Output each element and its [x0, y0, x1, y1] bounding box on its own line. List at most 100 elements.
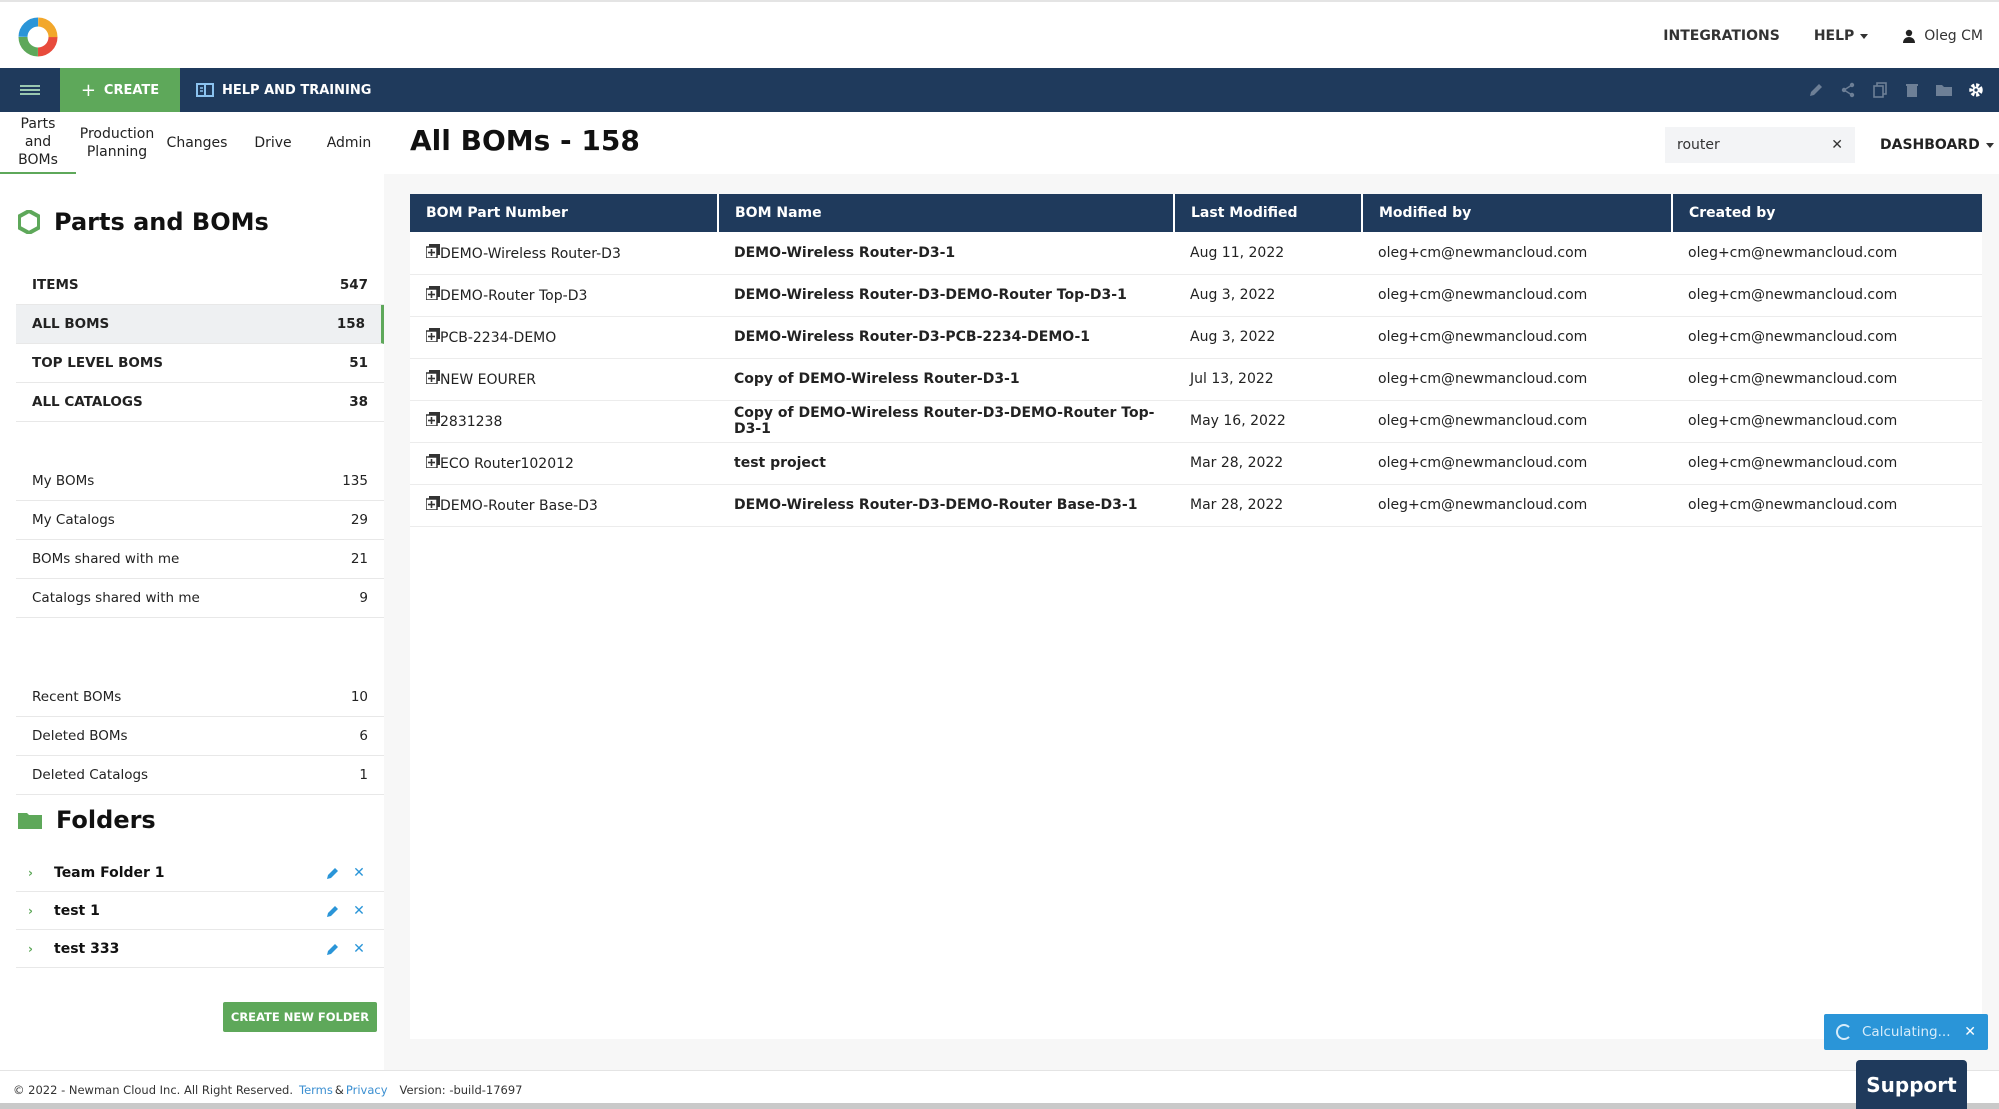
part-number-text[interactable]: DEMO-Wireless Router-D3 — [440, 246, 621, 262]
sidebar-item-recent-boms[interactable]: Recent BOMs 10 — [16, 678, 384, 717]
tab-parts-and-boms[interactable]: Parts and BOMs — [0, 112, 76, 174]
menu-toggle-button[interactable] — [0, 68, 60, 112]
column-header[interactable]: Modified by — [1362, 194, 1673, 232]
close-icon[interactable]: ✕ — [346, 941, 372, 957]
add-square-icon[interactable] — [425, 328, 440, 343]
cell-part-number: PCB-2234-DEMO — [410, 316, 718, 359]
dashboard-dropdown[interactable]: DASHBOARD — [1880, 127, 1994, 163]
folder-move-icon[interactable] — [1935, 81, 1953, 99]
pencil-icon[interactable] — [320, 942, 346, 956]
close-icon[interactable]: ✕ — [346, 903, 372, 919]
privacy-link[interactable]: Privacy — [346, 1083, 388, 1097]
add-square-icon[interactable] — [425, 496, 440, 511]
sidebar-item-label: ALL CATALOGS — [32, 394, 143, 410]
folder-item[interactable]: › test 333 ✕ — [16, 930, 384, 968]
search-input[interactable]: router ✕ — [1665, 127, 1855, 163]
part-number-text[interactable]: 2831238 — [440, 414, 502, 430]
sidebar-item-all-boms[interactable]: ALL BOMS 158 — [16, 305, 384, 344]
part-number-text[interactable]: ECO Router102012 — [440, 456, 574, 472]
cell-last-modified: Aug 11, 2022 — [1174, 232, 1362, 275]
help-label: HELP — [1813, 28, 1855, 44]
part-number-text[interactable]: DEMO-Router Base-D3 — [440, 498, 598, 514]
table-header-row: BOM Part Number BOM Name Last Modified M… — [410, 194, 1982, 232]
column-header[interactable]: Last Modified — [1174, 194, 1363, 232]
column-header[interactable]: BOM Part Number — [410, 194, 719, 232]
tab-changes[interactable]: Changes — [158, 112, 236, 174]
sidebar-item-boms-shared[interactable]: BOMs shared with me 21 — [16, 540, 384, 579]
cell-part-number: NEW EOURER — [410, 358, 718, 401]
close-icon[interactable]: ✕ — [1964, 1024, 1976, 1040]
folder-item[interactable]: › test 1 ✕ — [16, 892, 384, 930]
cell-bom-name[interactable]: DEMO-Wireless Router-D3-DEMO-Router Base… — [718, 484, 1174, 527]
create-button[interactable]: + CREATE — [60, 68, 180, 112]
dashboard-label: DASHBOARD — [1880, 137, 1980, 153]
search-value: router — [1677, 137, 1720, 153]
cell-bom-name[interactable]: test project — [718, 442, 1174, 485]
gear-icon[interactable] — [1967, 81, 1985, 99]
chevron-right-icon[interactable]: › — [28, 866, 54, 880]
table-row[interactable]: DEMO-Router Base-D3 DEMO-Wireless Router-… — [410, 484, 1982, 527]
terms-link[interactable]: Terms — [299, 1083, 333, 1097]
sidebar-item-items[interactable]: ITEMS 547 — [16, 266, 384, 305]
add-square-icon[interactable] — [425, 370, 440, 385]
folder-item[interactable]: › Team Folder 1 ✕ — [16, 854, 384, 892]
app-logo[interactable] — [16, 15, 60, 59]
cell-bom-name[interactable]: Copy of DEMO-Wireless Router-D3-1 — [718, 358, 1174, 401]
help-and-training-button[interactable]: HELP AND TRAINING — [196, 68, 371, 112]
tab-production-planning[interactable]: Production Planning — [76, 112, 158, 174]
sidebar-item-catalogs-shared[interactable]: Catalogs shared with me 9 — [16, 579, 384, 618]
window-bottom-edge — [0, 1103, 1999, 1109]
main-navbar: + CREATE HELP AND TRAINING — [0, 68, 1999, 112]
pencil-icon[interactable] — [320, 904, 346, 918]
cell-bom-name[interactable]: DEMO-Wireless Router-D3-DEMO-Router Top-… — [718, 274, 1174, 317]
table-row[interactable]: ECO Router102012 test project Mar 28, 2022… — [410, 442, 1982, 485]
trash-icon[interactable] — [1903, 81, 1921, 99]
share-icon[interactable] — [1839, 81, 1857, 99]
chevron-right-icon[interactable]: › — [28, 942, 54, 956]
book-icon — [196, 83, 214, 97]
add-square-icon[interactable] — [425, 412, 440, 427]
sidebar-item-all-catalogs[interactable]: ALL CATALOGS 38 — [16, 383, 384, 422]
table-row[interactable]: DEMO-Wireless Router-D3 DEMO-Wireless Rou… — [410, 232, 1982, 275]
sidebar-item-my-catalogs[interactable]: My Catalogs 29 — [16, 501, 384, 540]
tab-label: BOMs — [18, 152, 58, 168]
user-menu[interactable]: Oleg CM — [1902, 28, 1983, 44]
sidebar-item-label: Catalogs shared with me — [32, 590, 200, 606]
table-row[interactable]: PCB-2234-DEMO DEMO-Wireless Router-D3-PCB… — [410, 316, 1982, 359]
cell-bom-name[interactable]: Copy of DEMO-Wireless Router-D3-DEMO-Rou… — [718, 400, 1174, 443]
copy-icon[interactable] — [1871, 81, 1889, 99]
add-square-icon[interactable] — [425, 454, 440, 469]
table-row[interactable]: DEMO-Router Top-D3 DEMO-Wireless Router-D… — [410, 274, 1982, 317]
sidebar-item-deleted-catalogs[interactable]: Deleted Catalogs 1 — [16, 756, 384, 795]
integrations-link[interactable]: INTEGRATIONS — [1663, 28, 1780, 44]
pencil-icon[interactable] — [320, 866, 346, 880]
add-square-icon[interactable] — [425, 286, 440, 301]
close-icon[interactable]: ✕ — [346, 865, 372, 881]
sidebar-item-top-level-boms[interactable]: TOP LEVEL BOMS 51 — [16, 344, 384, 383]
support-button[interactable]: Support — [1856, 1060, 1967, 1109]
close-icon[interactable]: ✕ — [1831, 137, 1843, 153]
tab-drive[interactable]: Drive — [236, 112, 310, 174]
cell-bom-name[interactable]: DEMO-Wireless Router-D3-PCB-2234-DEMO-1 — [718, 316, 1174, 359]
sidebar-item-my-boms[interactable]: My BOMs 135 — [16, 462, 384, 501]
help-menu[interactable]: HELP — [1813, 28, 1869, 44]
add-square-icon[interactable] — [425, 243, 440, 259]
part-number-text[interactable]: PCB-2234-DEMO — [440, 330, 556, 346]
cell-created-by: oleg+cm@newmancloud.com — [1672, 232, 1982, 275]
table-row[interactable]: NEW EOURER Copy of DEMO-Wireless Router-D… — [410, 358, 1982, 401]
chevron-right-icon[interactable]: › — [28, 904, 54, 918]
sidebar-item-deleted-boms[interactable]: Deleted BOMs 6 — [16, 717, 384, 756]
user-icon — [1903, 29, 1916, 43]
sidebar-item-count: 547 — [339, 277, 368, 293]
part-number-text[interactable]: NEW EOURER — [440, 372, 536, 388]
column-header[interactable]: Created by — [1672, 194, 1982, 232]
sidebar-item-count: 1 — [359, 767, 368, 783]
tab-admin[interactable]: Admin — [310, 112, 388, 174]
cell-bom-name[interactable]: DEMO-Wireless Router-D3-1 — [718, 232, 1174, 275]
part-number-text[interactable]: DEMO-Router Top-D3 — [440, 288, 587, 304]
column-header[interactable]: BOM Name — [718, 194, 1175, 232]
cell-modified-by: oleg+cm@newmancloud.com — [1362, 358, 1672, 401]
edit-icon[interactable] — [1807, 81, 1825, 99]
create-new-folder-button[interactable]: CREATE NEW FOLDER — [223, 1002, 377, 1032]
table-row[interactable]: 2831238 Copy of DEMO-Wireless Router-D3-D… — [410, 400, 1982, 443]
